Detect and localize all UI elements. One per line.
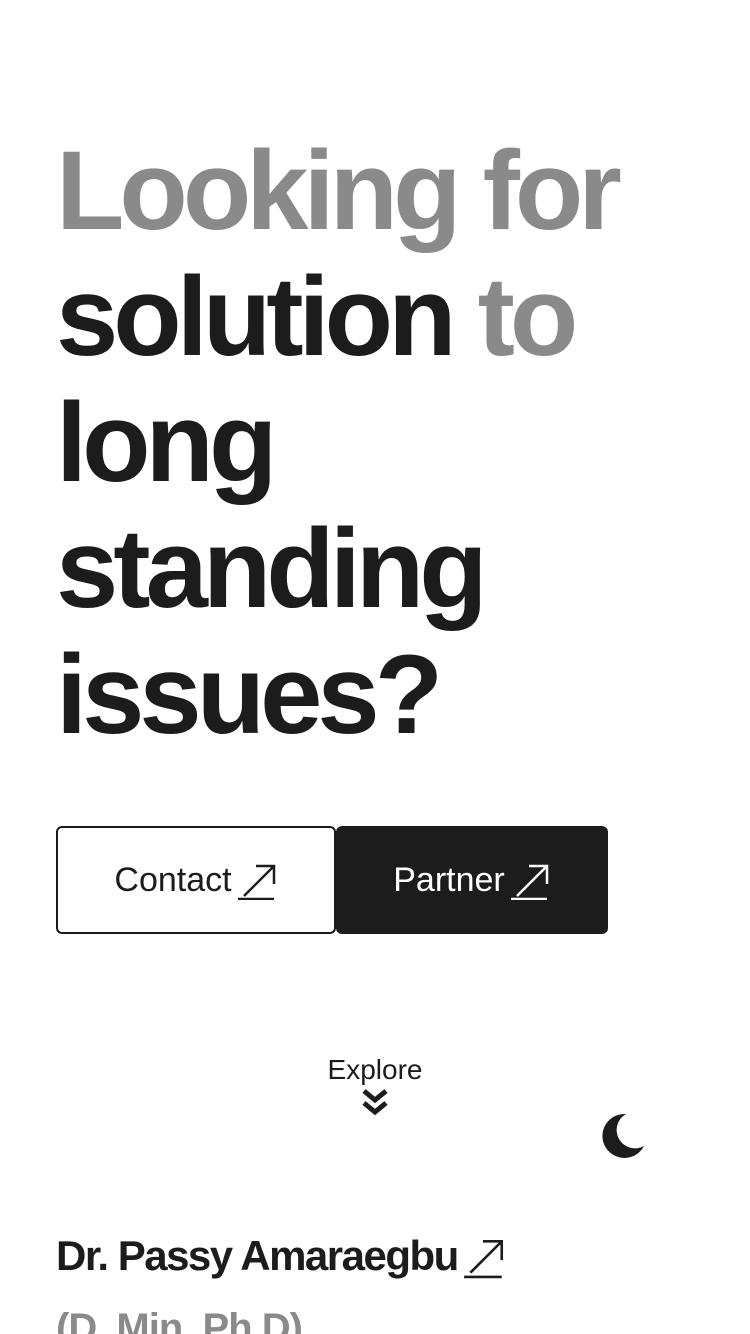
hero-line-3: long bbox=[56, 380, 277, 505]
explore-label: Explore bbox=[327, 1054, 423, 1085]
double-chevron-down-icon bbox=[362, 1089, 388, 1116]
contact-button-label: Contact bbox=[114, 860, 232, 899]
contact-button[interactable]: Contact bbox=[56, 826, 336, 934]
arrow-up-right-icon bbox=[237, 864, 275, 900]
explore-link[interactable]: Explore bbox=[275, 1052, 475, 1118]
hero-line-4: standing bbox=[56, 506, 488, 631]
partner-button[interactable]: Partner bbox=[336, 826, 608, 934]
moon-icon[interactable] bbox=[596, 1110, 648, 1162]
arrow-up-right-icon bbox=[510, 864, 548, 900]
author-credentials: (D. Min, Ph.D) bbox=[56, 1306, 303, 1334]
arrow-up-right-icon bbox=[463, 1240, 503, 1279]
hero-word-to: to bbox=[477, 254, 579, 379]
hero-line-2: solution to bbox=[56, 254, 716, 380]
hero-headline: Looking for solution to long standing is… bbox=[56, 128, 716, 758]
hero-line-5: issues? bbox=[56, 632, 443, 757]
hero-word-solution: solution bbox=[56, 254, 456, 379]
author-link[interactable]: Dr. Passy Amaraegbu bbox=[56, 1232, 506, 1280]
hero-line-1: Looking for bbox=[56, 128, 622, 253]
landing-page: Looking for solution to long standing is… bbox=[0, 0, 750, 1334]
partner-button-label: Partner bbox=[393, 860, 505, 899]
author-name: Dr. Passy Amaraegbu bbox=[56, 1232, 459, 1279]
